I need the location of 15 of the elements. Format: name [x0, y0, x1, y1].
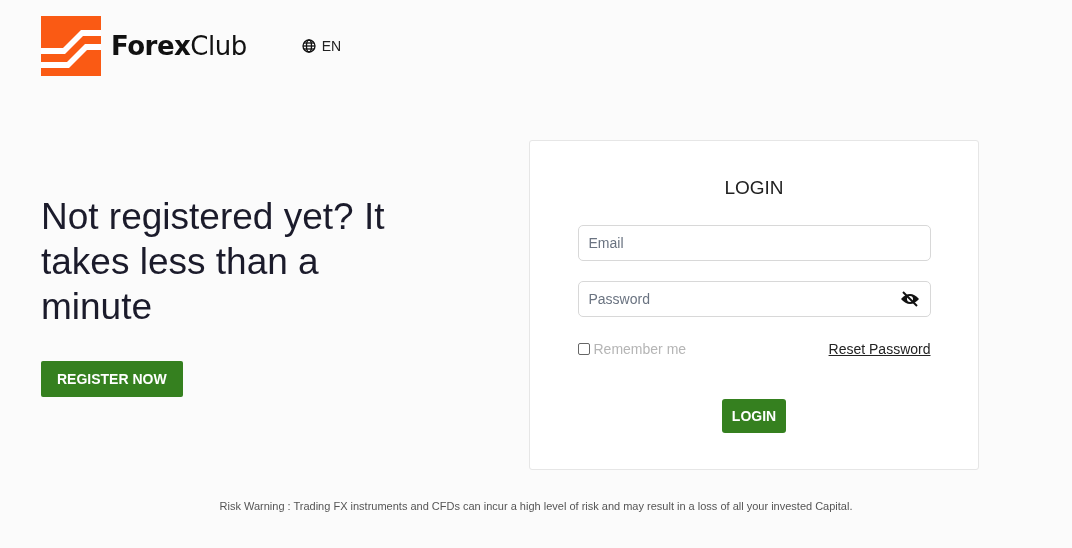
- eye-slash-icon[interactable]: [899, 291, 920, 307]
- globe-icon[interactable]: [301, 39, 316, 53]
- register-button[interactable]: REGISTER NOW: [41, 360, 183, 397]
- headline: Not registered yet? It takes less than a minute: [41, 194, 386, 329]
- password-field[interactable]: Password: [577, 281, 931, 317]
- risk-warning: Risk Warning : Trading FX instruments and CFDs can incur a high level of risk and may result in a loss of all your invested Capital.: [219, 500, 853, 512]
- email-field[interactable]: Email: [577, 225, 931, 261]
- logo-icon: [41, 16, 101, 76]
- language-selector[interactable]: EN: [321, 38, 342, 54]
- reset-password-link[interactable]: Reset Password: [828, 341, 931, 357]
- login-title: LOGIN: [724, 177, 784, 199]
- remember-checkbox[interactable]: [577, 343, 590, 355]
- remember-label: Remember me: [593, 341, 687, 357]
- login-button[interactable]: LOGIN: [721, 399, 787, 433]
- logo-text: ForexClub: [111, 31, 247, 61]
